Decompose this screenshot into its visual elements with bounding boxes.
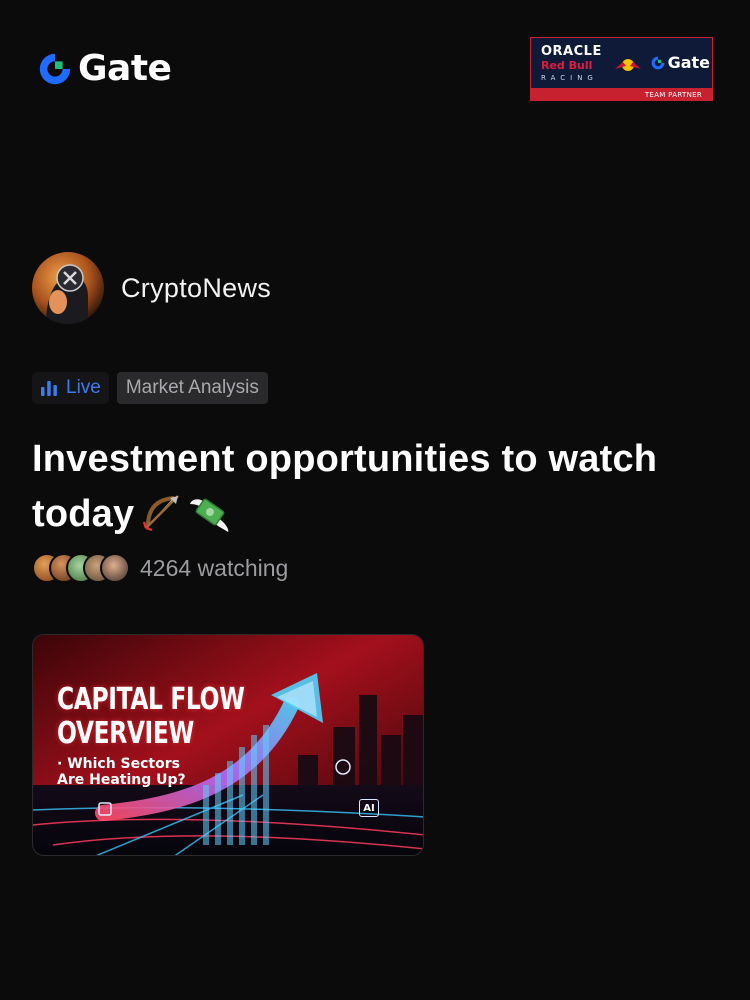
watching-count: 4264 watching <box>140 554 289 581</box>
watcher-avatar <box>100 553 130 583</box>
gate-logo-text: Gate <box>78 48 172 89</box>
ai-badge-icon: AI <box>359 799 379 817</box>
oracle-text: ORACLE <box>541 44 602 59</box>
author-avatar[interactable] <box>32 252 104 324</box>
author-row[interactable]: CryptoNews <box>32 252 271 324</box>
post-title[interactable]: Investment opportunities to watch today <box>32 432 722 542</box>
post-title-text: Investment opportunities to watch today <box>32 438 658 535</box>
title-emojis <box>140 490 232 534</box>
thumbnail-sub-line2: Are Heating Up? <box>57 772 186 788</box>
watcher-avatars <box>32 553 130 583</box>
live-label: Live <box>66 377 101 398</box>
article-thumbnail[interactable]: CAPITAL FLOW OVERVIEW · Which Sectors Ar… <box>32 634 424 856</box>
racing-text: RACING <box>541 74 598 82</box>
watching-row: 4264 watching <box>32 553 288 583</box>
redbull-text: Red Bull <box>541 59 593 72</box>
bow-and-arrow-icon <box>143 495 180 532</box>
thumbnail-headline-line1: CAPITAL FLOW <box>57 682 245 717</box>
thumbnail-sub-line1: · Which Sectors <box>57 756 180 772</box>
gate-logo[interactable]: Gate <box>36 48 172 89</box>
thumbnail-subheadline: · Which Sectors Are Heating Up? <box>57 756 186 788</box>
live-tag[interactable]: Live <box>32 372 109 404</box>
gate-small-icon <box>651 56 664 69</box>
partner-gate-text: Gate <box>667 53 710 72</box>
category-tag[interactable]: Market Analysis <box>116 372 268 404</box>
live-bars-icon <box>41 381 57 396</box>
gate-logo-icon <box>39 53 71 85</box>
author-name[interactable]: CryptoNews <box>121 273 271 304</box>
team-partner-badge[interactable]: ORACLE Red Bull RACING Gate TEAM PARTNER <box>530 37 713 101</box>
money-with-wings-icon <box>190 498 229 532</box>
partner-gate-logo: Gate <box>635 53 710 72</box>
thumbnail-headline: CAPITAL FLOW OVERVIEW <box>57 683 245 751</box>
tag-row: Live Market Analysis <box>32 372 268 404</box>
team-partner-label: TEAM PARTNER <box>644 91 702 99</box>
thumbnail-headline-line2: OVERVIEW <box>57 716 194 751</box>
